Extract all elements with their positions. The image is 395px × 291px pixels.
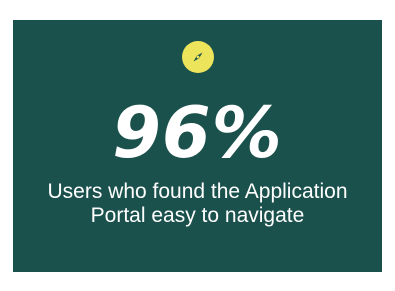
compass-badge [182, 41, 214, 73]
compass-icon [193, 52, 203, 62]
stat-value: 96% [112, 92, 283, 174]
stat-caption: Users who found the Application Portal e… [47, 180, 348, 227]
